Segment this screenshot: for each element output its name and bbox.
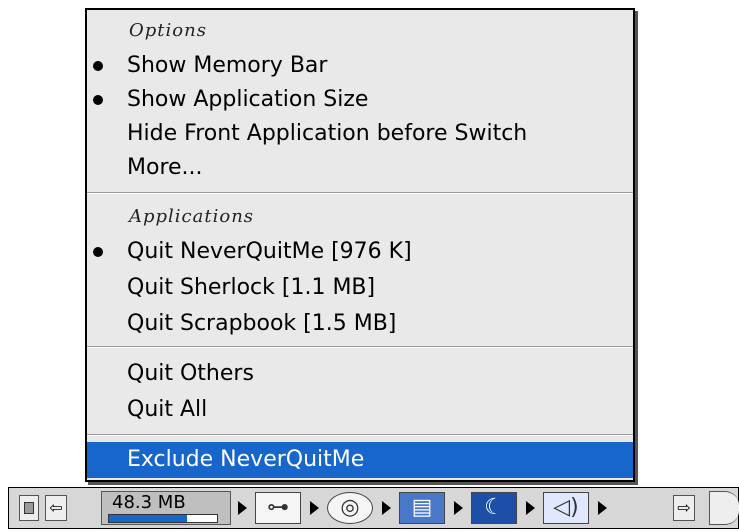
menu-item-label: Hide Front Application before Switch	[127, 121, 528, 146]
menu-separator	[87, 434, 633, 436]
file-sharing-module[interactable]: ▤	[397, 491, 467, 525]
appletalk-icon: ⊶	[255, 492, 301, 524]
menu-item-label: Show Memory Bar	[127, 53, 328, 78]
menu-item-label: Quit Scrapbook [1.5 MB]	[127, 311, 397, 336]
triangle-right-icon	[454, 501, 463, 515]
menu-item-more[interactable]: More...	[87, 150, 633, 186]
options-menu: Options Show Memory Bar Show Application…	[85, 8, 635, 482]
triangle-right-icon	[526, 501, 535, 515]
menu-item-show-memory-bar[interactable]: Show Memory Bar	[87, 48, 633, 84]
memory-usage-bar	[108, 514, 218, 523]
menu-item-show-app-size[interactable]: Show Application Size	[87, 82, 633, 118]
cd-icon: ◎	[327, 492, 373, 524]
triangle-right-icon	[310, 501, 319, 515]
memory-module[interactable]: 48.3 MB	[101, 491, 231, 525]
menu-item-label: Quit Others	[127, 361, 254, 386]
memory-module-popup-arrow[interactable]	[231, 491, 251, 525]
scroll-right-button[interactable]: ⇨	[673, 495, 695, 521]
menu-item-label: Quit NeverQuitMe [976 K]	[127, 239, 412, 264]
applications-section-title: Applications	[129, 206, 255, 227]
menu-item-quit-scrapbook[interactable]: Quit Scrapbook [1.5 MB]	[87, 306, 633, 342]
menu-separator	[87, 346, 633, 348]
menu-separator	[87, 192, 633, 194]
menu-item-label: Exclude NeverQuitMe	[127, 447, 365, 472]
check-bullet-icon	[93, 61, 103, 71]
check-bullet-icon	[93, 247, 103, 257]
menu-item-quit-others[interactable]: Quit Others	[87, 356, 633, 392]
menu-item-quit-neverquitme[interactable]: Quit NeverQuitMe [976 K]	[87, 234, 633, 270]
scroll-left-button[interactable]: ⇦	[45, 495, 67, 521]
menu-item-quit-sherlock[interactable]: Quit Sherlock [1.1 MB]	[87, 270, 633, 306]
memory-usage-fill	[109, 515, 187, 522]
triangle-right-icon	[598, 501, 607, 515]
triangle-right-icon	[238, 501, 247, 515]
arrow-left-icon: ⇦	[49, 498, 63, 517]
options-section-title: Options	[129, 20, 207, 41]
control-strip-collapse-tab[interactable]	[19, 495, 39, 521]
sound-module[interactable]: ◁)	[541, 491, 611, 525]
cd-module[interactable]: ◎	[325, 491, 395, 525]
control-strip: ⇦ 48.3 MB ⊶ ◎ ▤ ☾ ◁) ⇨	[8, 487, 739, 529]
monitor-module[interactable]: ☾	[469, 491, 539, 525]
check-bullet-icon	[93, 95, 103, 105]
menu-item-label: Quit Sherlock [1.1 MB]	[127, 275, 376, 300]
menu-item-exclude-neverquitme[interactable]: Exclude NeverQuitMe	[87, 442, 633, 478]
menu-item-quit-all[interactable]: Quit All	[87, 392, 633, 428]
monitor-icon: ☾	[471, 492, 517, 524]
menu-item-label: More...	[127, 155, 203, 180]
file-sharing-icon: ▤	[399, 492, 445, 524]
menu-item-hide-front-app[interactable]: Hide Front Application before Switch	[87, 116, 633, 152]
arrow-right-icon: ⇨	[677, 498, 691, 517]
control-strip-end-tab[interactable]	[709, 491, 739, 525]
appletalk-module[interactable]: ⊶	[253, 491, 323, 525]
triangle-right-icon	[382, 501, 391, 515]
sound-icon: ◁)	[543, 492, 589, 524]
memory-size-label: 48.3 MB	[112, 492, 186, 513]
collapse-tab-icon	[24, 502, 34, 514]
menu-item-label: Quit All	[127, 397, 208, 422]
menu-item-label: Show Application Size	[127, 87, 369, 112]
